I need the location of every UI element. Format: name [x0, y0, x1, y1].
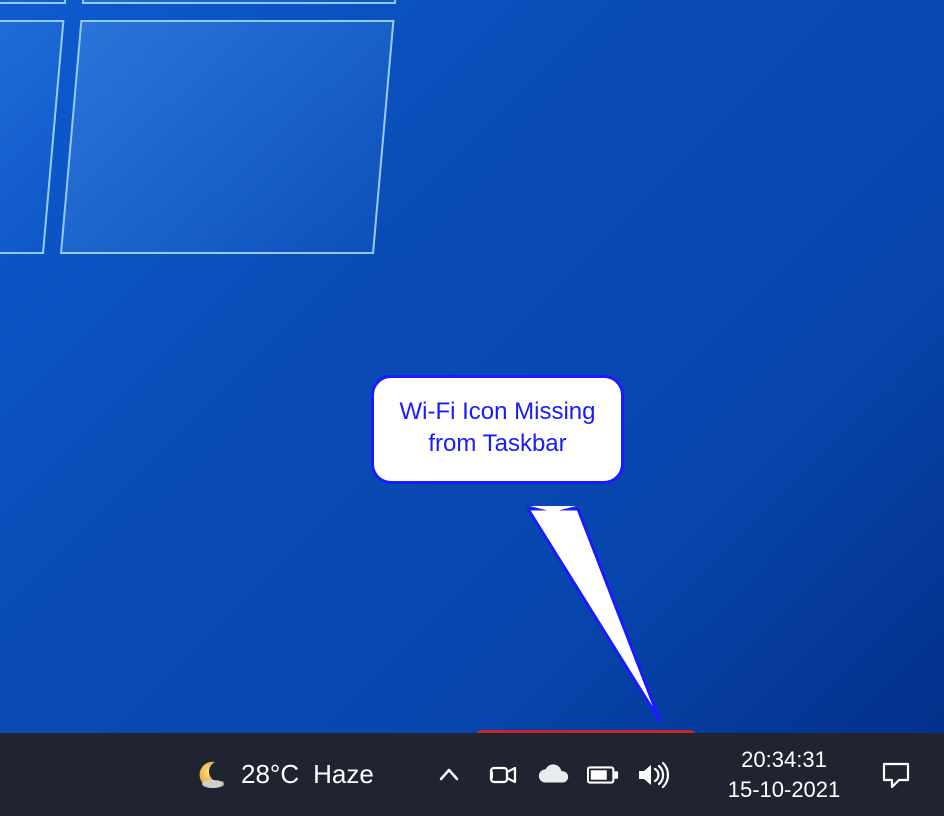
weather-condition: Haze — [313, 759, 374, 790]
annotation-callout: Wi-Fi Icon Missing from Taskbar — [371, 375, 624, 484]
battery-icon[interactable] — [587, 759, 619, 791]
annotation-callout-tail — [520, 503, 680, 733]
weather-temperature: 28°C — [241, 759, 299, 790]
action-center-button[interactable] — [868, 733, 924, 816]
volume-icon[interactable] — [637, 759, 669, 791]
clock-date: 15-10-2021 — [728, 775, 841, 805]
clock-button[interactable]: 20:34:31 15-10-2021 — [710, 733, 858, 816]
clock-time: 20:34:31 — [741, 745, 827, 775]
weather-moon-icon — [195, 759, 227, 791]
notification-icon — [881, 760, 911, 790]
onedrive-icon[interactable] — [537, 759, 569, 791]
desktop-wallpaper: Wi-Fi Icon Missing from Taskbar — [0, 0, 944, 733]
system-tray — [425, 733, 669, 816]
annotation-text: Wi-Fi Icon Missing from Taskbar — [384, 396, 611, 461]
taskbar: 28°C Haze — [0, 733, 944, 816]
chevron-up-icon — [438, 764, 460, 786]
windows-logo-icon — [0, 0, 421, 260]
meet-now-icon[interactable] — [487, 759, 519, 791]
tray-overflow-button[interactable] — [425, 733, 473, 816]
weather-widget[interactable]: 28°C Haze — [195, 733, 374, 816]
